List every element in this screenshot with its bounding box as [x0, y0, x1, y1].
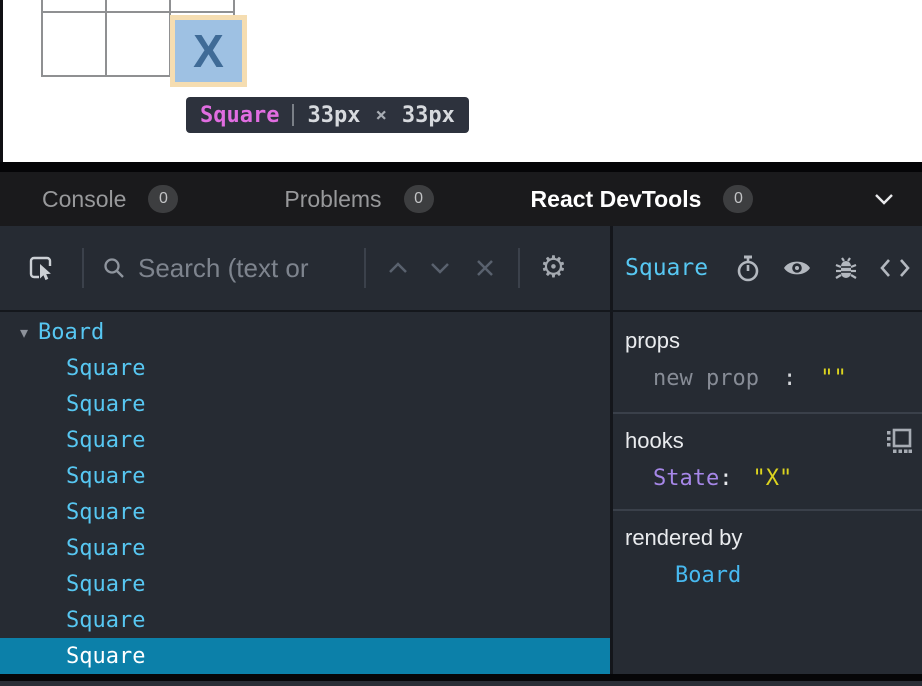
tab-console[interactable]: Console 0 [42, 185, 178, 213]
tree-item-board[interactable]: ▾ Board [0, 314, 610, 350]
props-section-title: props [625, 328, 680, 354]
tooltip-width: 33px [307, 103, 360, 128]
search-input[interactable] [138, 253, 356, 284]
view-source-brackets-icon[interactable] [880, 258, 910, 278]
tree-item-label: Square [66, 428, 145, 453]
tree-item-label: Square [66, 356, 145, 381]
panel-bottom-strip [0, 681, 922, 686]
components-toolbar: ⚙ [0, 226, 613, 310]
tree-item-label: Square [66, 392, 145, 417]
react-devtools-toolbar: ⚙ Square [0, 226, 922, 312]
toolbar-divider [518, 248, 520, 288]
tab-react-devtools[interactable]: React DevTools 0 [531, 185, 754, 213]
expander-triangle-icon[interactable]: ▾ [20, 323, 28, 342]
inspect-highlight-content[interactable]: X [175, 20, 242, 82]
tree-item-label: Board [38, 320, 104, 345]
rendered-by-section: rendered by Board [613, 509, 922, 674]
page-viewport: X Square 33px × 33px [0, 0, 922, 162]
selected-component-name: Square [625, 255, 708, 281]
tab-problems[interactable]: Problems 0 [284, 185, 433, 213]
component-inspector: props : "" hooks [613, 312, 922, 674]
tab-problems-badge: 0 [404, 185, 434, 213]
toolbar-divider [82, 248, 84, 288]
search-next-icon[interactable] [428, 262, 452, 274]
tree-item-square[interactable]: Square [0, 458, 610, 494]
tree-item-square[interactable]: Square [0, 494, 610, 530]
tree-item-square[interactable]: Square [0, 422, 610, 458]
tree-item-label: Square [66, 464, 145, 489]
settings-gear-icon[interactable]: ⚙ [540, 253, 567, 283]
tab-problems-label: Problems [284, 186, 381, 213]
inspect-highlight-padding: X [170, 15, 247, 87]
tree-item-label: Square [66, 608, 145, 633]
tree-item-square[interactable]: Square [0, 602, 610, 638]
rendered-by-title: rendered by [625, 525, 742, 551]
components-tree: ▾ Board Square Square Square Square Squa… [0, 312, 613, 674]
prop-colon: : [783, 366, 796, 391]
hook-colon: : [719, 466, 732, 491]
rendered-by-board-link[interactable]: Board [675, 563, 741, 588]
profiler-stopwatch-icon[interactable] [735, 254, 761, 282]
tooltip-component-name: Square [200, 103, 279, 128]
devtools-dock-border [0, 162, 922, 172]
new-prop-input[interactable] [653, 366, 765, 391]
hook-state-value[interactable]: "X" [752, 466, 792, 491]
board-cell[interactable] [106, 0, 170, 12]
tab-console-badge: 0 [148, 185, 178, 213]
props-section: props : "" [613, 312, 922, 412]
debug-bug-icon[interactable] [833, 254, 859, 282]
search-prev-icon[interactable] [386, 262, 410, 274]
tab-console-label: Console [42, 186, 126, 213]
board-cell[interactable] [42, 12, 106, 76]
board-cell[interactable] [42, 0, 106, 12]
tooltip-times: × [373, 104, 388, 126]
parse-hook-names-icon[interactable] [885, 428, 912, 454]
chevron-down-icon[interactable] [874, 193, 894, 205]
tooltip-divider [292, 104, 294, 126]
inspect-dom-eye-icon[interactable] [782, 257, 812, 279]
selected-component-header: Square [613, 226, 922, 310]
tree-item-square[interactable]: Square [0, 566, 610, 602]
inspect-tooltip: Square 33px × 33px [186, 97, 469, 133]
panel-bottom-border [0, 674, 922, 681]
tree-item-label: Square [66, 644, 145, 669]
tree-item-label: Square [66, 536, 145, 561]
new-prop-value[interactable]: "" [820, 366, 847, 391]
toolbar-divider [364, 248, 366, 288]
devtools-tabbar: Console 0 Problems 0 React DevTools 0 [0, 172, 922, 226]
tooltip-height: 33px [402, 103, 455, 128]
hooks-section: hooks State : "X" [613, 412, 922, 509]
hooks-section-title: hooks [625, 428, 684, 454]
tree-item-label: Square [66, 500, 145, 525]
tab-react-devtools-badge: 0 [723, 185, 753, 213]
window-edge [0, 0, 3, 162]
board-cell[interactable] [106, 12, 170, 76]
react-devtools-content: ▾ Board Square Square Square Square Squa… [0, 312, 922, 674]
search-icon [102, 256, 126, 280]
tab-react-devtools-label: React DevTools [531, 186, 702, 213]
inspect-element-icon[interactable] [26, 253, 56, 283]
tree-item-label: Square [66, 572, 145, 597]
search-clear-icon[interactable] [474, 257, 496, 279]
tree-item-square-selected[interactable]: Square [0, 638, 610, 674]
tree-item-square[interactable]: Square [0, 386, 610, 422]
tree-item-square[interactable]: Square [0, 530, 610, 566]
board-cell[interactable] [170, 0, 234, 12]
hook-state-label: State [653, 466, 719, 491]
tree-item-square[interactable]: Square [0, 350, 610, 386]
